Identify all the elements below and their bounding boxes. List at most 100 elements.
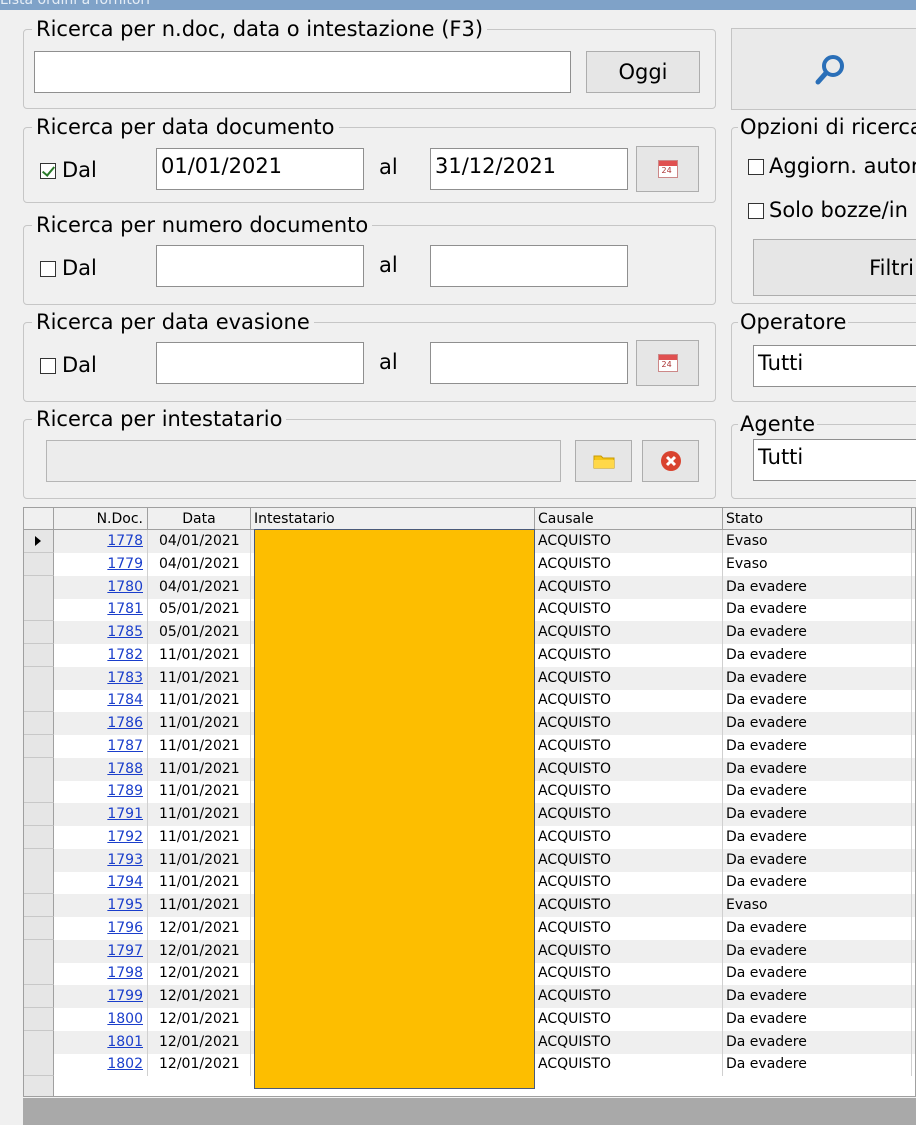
num-doc-checkbox[interactable] xyxy=(40,261,56,277)
cell-ndoc: 1797 xyxy=(54,939,148,963)
cell-causale: ACQUISTO xyxy=(535,985,723,1008)
document-number-link[interactable]: 1782 xyxy=(107,647,143,663)
row-selector[interactable] xyxy=(24,871,54,895)
document-number-link[interactable]: 1801 xyxy=(107,1034,143,1050)
row-selector[interactable] xyxy=(24,552,54,576)
row-selector[interactable] xyxy=(24,575,54,599)
grid-header-ndoc[interactable]: N.Doc. xyxy=(54,508,148,530)
date-evasion-to-input[interactable] xyxy=(430,342,628,384)
cell-ndoc: 1795 xyxy=(54,894,148,917)
row-selector[interactable] xyxy=(24,734,54,758)
cell-ndoc: 1786 xyxy=(54,712,148,735)
date-evasion-calendar-button[interactable]: 24 xyxy=(636,340,699,386)
row-selector[interactable] xyxy=(24,1030,54,1054)
date-doc-from-input[interactable]: 01/01/2021 xyxy=(156,148,364,190)
drafts-only-checkbox[interactable] xyxy=(748,203,764,219)
cell-date: 11/01/2021 xyxy=(148,780,251,804)
num-doc-to-input[interactable] xyxy=(430,245,628,287)
date-evasion-checkbox[interactable] xyxy=(40,358,56,374)
agent-select[interactable]: Tutti xyxy=(753,439,916,481)
operator-legend: Operatore xyxy=(738,309,849,335)
date-evasion-from-input[interactable] xyxy=(156,342,364,384)
row-selector[interactable] xyxy=(24,894,54,917)
document-number-link[interactable]: 1789 xyxy=(107,783,143,799)
document-number-link[interactable]: 1791 xyxy=(107,806,143,822)
cell-stato: Da evadere xyxy=(723,666,912,690)
cell-causale: ACQUISTO xyxy=(535,712,723,735)
grid-header: N.Doc. Data Intestatario Causale Stato xyxy=(24,508,915,530)
row-selector[interactable] xyxy=(24,825,54,849)
document-number-link[interactable]: 1788 xyxy=(107,761,143,777)
grid-header-stato[interactable]: Stato xyxy=(723,508,912,530)
row-selector[interactable] xyxy=(24,530,54,553)
row-selector[interactable] xyxy=(24,803,54,826)
document-number-link[interactable]: 1798 xyxy=(107,965,143,981)
row-selector[interactable] xyxy=(24,621,54,644)
row-selector[interactable] xyxy=(24,598,54,622)
grid-header-intestatario[interactable]: Intestatario xyxy=(251,508,535,530)
filters-button[interactable]: Filtri xyxy=(753,239,916,296)
cell-causale: ACQUISTO xyxy=(535,1053,723,1077)
cell-ndoc: 1794 xyxy=(54,871,148,895)
row-selector[interactable] xyxy=(24,1053,54,1077)
document-number-link[interactable]: 1796 xyxy=(107,920,143,936)
date-doc-to-input[interactable]: 31/12/2021 xyxy=(430,148,628,190)
holder-input[interactable] xyxy=(46,440,561,482)
today-button[interactable]: Oggi xyxy=(586,51,700,93)
grid-header-causale[interactable]: Causale xyxy=(535,508,723,530)
row-selector[interactable] xyxy=(24,939,54,963)
row-selector[interactable] xyxy=(24,757,54,781)
row-selector[interactable] xyxy=(24,712,54,735)
document-number-link[interactable]: 1795 xyxy=(107,897,143,913)
document-number-link[interactable]: 1784 xyxy=(107,692,143,708)
folder-icon xyxy=(593,455,614,469)
row-selector[interactable] xyxy=(24,848,54,872)
document-number-link[interactable]: 1794 xyxy=(107,874,143,890)
document-number-link[interactable]: 1780 xyxy=(107,579,143,595)
row-selector[interactable] xyxy=(24,916,54,940)
document-number-link[interactable]: 1779 xyxy=(107,556,143,572)
row-selector[interactable] xyxy=(24,666,54,690)
current-row-arrow-icon xyxy=(35,536,41,546)
cell-causale: ACQUISTO xyxy=(535,916,723,940)
document-number-link[interactable]: 1802 xyxy=(107,1056,143,1072)
cell-date: 12/01/2021 xyxy=(148,916,251,940)
row-selector[interactable] xyxy=(24,643,54,667)
document-number-link[interactable]: 1781 xyxy=(107,601,143,617)
holder-clear-button[interactable] xyxy=(642,440,699,482)
row-selector[interactable] xyxy=(24,962,54,986)
date-doc-checkbox[interactable] xyxy=(40,163,56,179)
auto-update-checkbox[interactable] xyxy=(748,159,764,175)
row-selector[interactable] xyxy=(24,1076,54,1096)
search-button[interactable] xyxy=(731,28,916,110)
cell-causale: ACQUISTO xyxy=(535,894,723,917)
document-number-link[interactable]: 1793 xyxy=(107,852,143,868)
cell-date: 11/01/2021 xyxy=(148,757,251,781)
row-selector[interactable] xyxy=(24,985,54,1008)
document-number-link[interactable]: 1785 xyxy=(107,624,143,640)
cell-stato: Evaso xyxy=(723,530,912,553)
document-number-link[interactable]: 1778 xyxy=(107,533,143,549)
calendar-icon: 24 xyxy=(657,354,678,372)
cell-stato: Evaso xyxy=(723,894,912,917)
cell-causale: ACQUISTO xyxy=(535,598,723,622)
cell-date: 04/01/2021 xyxy=(148,552,251,576)
holder-browse-button[interactable] xyxy=(575,440,632,482)
document-number-link[interactable]: 1799 xyxy=(107,988,143,1004)
document-number-link[interactable]: 1800 xyxy=(107,1011,143,1027)
operator-select[interactable]: Tutti xyxy=(753,345,916,387)
grid-header-data[interactable]: Data xyxy=(148,508,251,530)
document-number-link[interactable]: 1786 xyxy=(107,715,143,731)
row-selector[interactable] xyxy=(24,780,54,804)
document-number-link[interactable]: 1783 xyxy=(107,670,143,686)
document-number-link[interactable]: 1797 xyxy=(107,943,143,959)
main-search-input[interactable] xyxy=(34,51,571,93)
cell-date: 04/01/2021 xyxy=(148,530,251,553)
num-doc-from-input[interactable] xyxy=(156,245,364,287)
cell-causale: ACQUISTO xyxy=(535,689,723,713)
document-number-link[interactable]: 1792 xyxy=(107,829,143,845)
document-number-link[interactable]: 1787 xyxy=(107,738,143,754)
row-selector[interactable] xyxy=(24,689,54,713)
row-selector[interactable] xyxy=(24,1007,54,1031)
date-doc-calendar-button[interactable]: 24 xyxy=(636,146,699,192)
